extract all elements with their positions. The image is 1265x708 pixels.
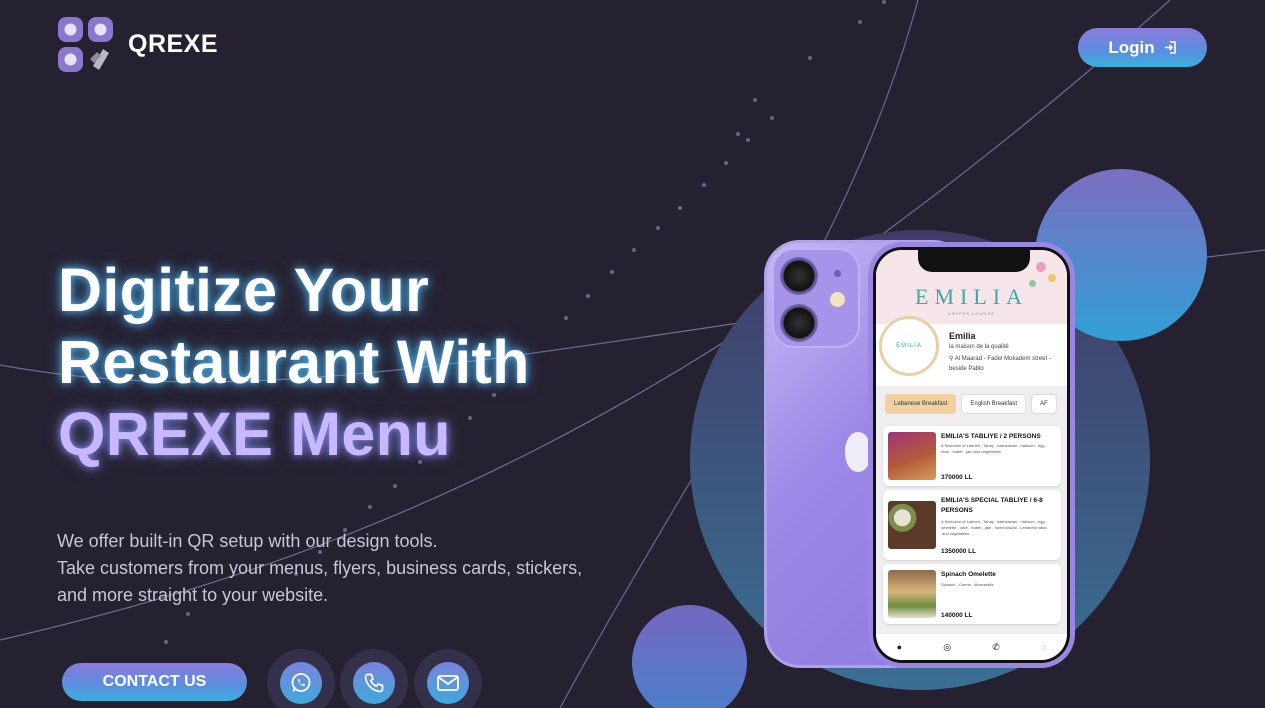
menu-item-name: EMILIA'S TABLIYE / 2 PERSONS — [941, 433, 1041, 440]
camera-lens-icon — [780, 304, 818, 342]
login-button[interactable]: Login — [1078, 28, 1207, 67]
phone-camera-module — [772, 248, 860, 348]
flower-icon — [1048, 274, 1056, 282]
instagram-icon[interactable]: ◎ — [943, 642, 951, 653]
menu-item-description: Spinach , Creme , Mozzarella — [941, 582, 994, 587]
decor-circle-bottom — [632, 605, 747, 708]
facebook-icon[interactable]: ● — [897, 642, 902, 652]
phone-screen: EMILIA COFFEE LOUNGE EMILIA Emilia la ma… — [873, 247, 1070, 663]
menu-item-price: 1350000 LL — [941, 548, 977, 555]
tab-english-breakfast[interactable]: English Breakfast — [961, 394, 1027, 414]
whatsapp-button[interactable] — [267, 649, 335, 708]
restaurant-address: ⚲ Al Maarad - Fadel Mokadem street - bes… — [949, 354, 1057, 374]
whatsapp-icon[interactable]: ◌ — [1041, 642, 1046, 652]
qrexe-logo-icon — [58, 17, 113, 72]
menu-item-name: EMILIA'S SPECIAL TABLIYE / 6-8 PERSONS — [941, 497, 1043, 514]
restaurant-address-text: Al Maarad - Fadel Mokadem street - besid… — [949, 356, 1051, 372]
location-pin-icon: ⚲ — [949, 356, 954, 362]
hero-desc-line-1: We offer built-in QR setup with our desi… — [57, 531, 438, 551]
menu-item[interactable]: Spinach Omelette Spinach , Creme , Mozza… — [883, 564, 1061, 624]
menu-item[interactable]: EMILIA'S SPECIAL TABLIYE / 6-8 PERSONS A… — [883, 490, 1061, 560]
banner-title: EMILIA — [915, 284, 1028, 309]
email-button[interactable] — [414, 649, 482, 708]
menu-item-name: Spinach Omelette — [941, 571, 996, 578]
mail-icon — [437, 675, 459, 691]
phone-button[interactable] — [340, 649, 408, 708]
login-label: Login — [1108, 37, 1155, 57]
menu-item-price: 140000 LL — [941, 612, 973, 619]
hero-title-line-3: QREXE Menu — [58, 400, 451, 468]
contact-us-button[interactable]: CONTACT US — [62, 663, 247, 701]
menu-item-image — [888, 501, 936, 549]
brand-name: QREXE — [128, 30, 219, 58]
restaurant-logo: EMILIA — [879, 316, 939, 376]
category-tabs: Lebanese Breakfast English Breakfast AF — [876, 386, 1067, 422]
menu-item-image — [888, 570, 936, 618]
mic-icon — [834, 270, 841, 277]
menu-item-description: A Selection of Labneh , Tahay , kashkawa… — [941, 519, 1047, 536]
brand-logo[interactable]: QREXE — [57, 16, 218, 73]
phone-icon — [364, 673, 384, 693]
tab-lebanese-breakfast[interactable]: Lebanese Breakfast — [885, 394, 957, 414]
hero-title: Digitize Your Restaurant With QREXE Menu — [58, 254, 678, 470]
restaurant-profile: EMILIA Emilia la maison de la qualité ⚲ … — [876, 316, 1067, 386]
hero-description: We offer built-in QR setup with our desi… — [57, 528, 677, 609]
menu-app: EMILIA COFFEE LOUNGE EMILIA Emilia la ma… — [876, 250, 1067, 660]
restaurant-tagline: la maison de la qualité — [949, 344, 1009, 350]
flower-icon — [1036, 262, 1046, 272]
menu-item-image — [888, 432, 936, 480]
login-icon — [1164, 41, 1176, 54]
phone-notch — [918, 250, 1030, 272]
hero-title-line-2: Restaurant With — [58, 328, 530, 396]
menu-item[interactable]: EMILIA'S TABLIYE / 2 PERSONS A Selection… — [883, 426, 1061, 486]
menu-item-price: 370000 LL — [941, 474, 973, 481]
hero-desc-line-3: and more straight to your website. — [57, 585, 329, 605]
menu-item-description: A Selection of Labneh , Tahay , kashkawa… — [941, 443, 1047, 454]
hero-title-line-1: Digitize Your — [58, 256, 430, 324]
whatsapp-icon — [291, 673, 311, 692]
hero-desc-line-2: Take customers from your menus, flyers, … — [57, 558, 583, 578]
phone-icon[interactable]: ✆ — [992, 642, 1000, 653]
restaurant-name: Emilia — [949, 331, 976, 341]
camera-lens-icon — [780, 257, 818, 295]
app-bottom-bar: ● ◎ ✆ ◌ — [876, 634, 1067, 660]
phone-front: EMILIA COFFEE LOUNGE EMILIA Emilia la ma… — [868, 242, 1075, 668]
flash-icon — [830, 292, 845, 307]
tab-more[interactable]: AF — [1031, 394, 1057, 414]
